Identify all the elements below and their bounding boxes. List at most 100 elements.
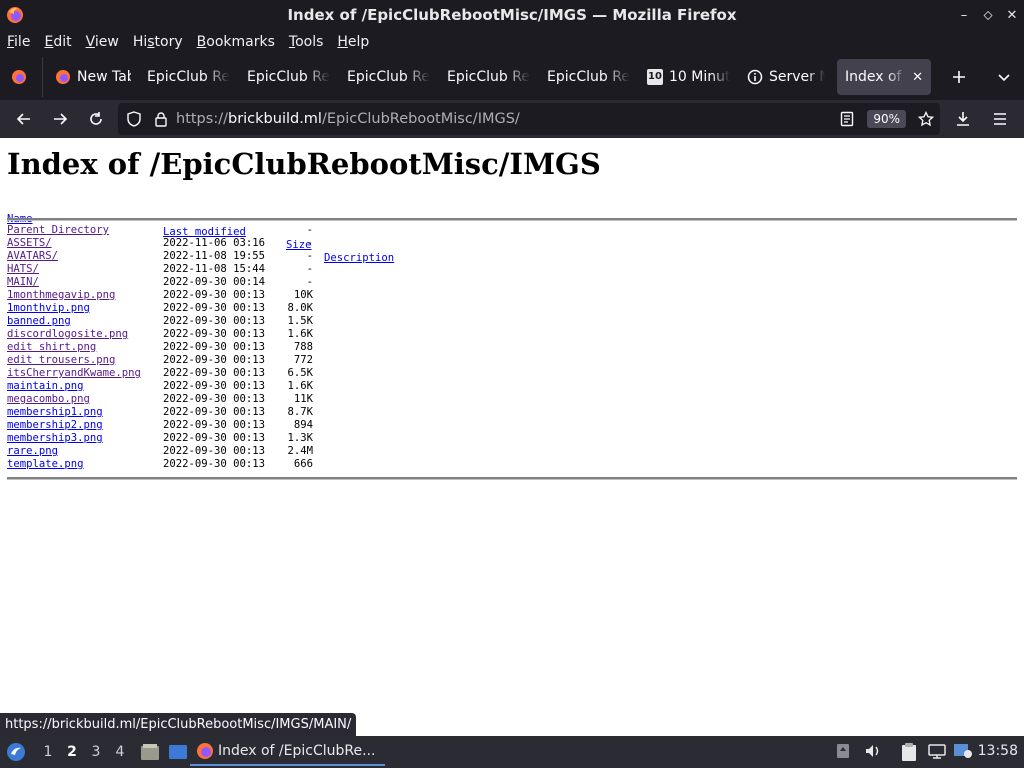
zoom-level-badge[interactable]: 90% bbox=[867, 110, 906, 128]
last-modified-cell: 2022-09-30 00:13 bbox=[163, 315, 266, 327]
menu-help[interactable]: Help bbox=[337, 34, 369, 50]
tab-epicclub-5[interactable]: EpicClub Re bbox=[539, 59, 639, 95]
menu-history[interactable]: History bbox=[133, 34, 183, 50]
file-link[interactable]: ASSETS/ bbox=[7, 237, 52, 250]
table-row: HATS/2022-11-08 15:44 - bbox=[7, 263, 367, 276]
file-manager-icon[interactable] bbox=[140, 743, 160, 761]
last-modified-cell: 2022-09-30 00:13 bbox=[163, 289, 266, 301]
close-tab-icon[interactable]: ✕ bbox=[912, 70, 923, 85]
volume-icon[interactable] bbox=[864, 742, 882, 760]
tab-new-tab[interactable]: New Tab bbox=[47, 59, 139, 95]
file-link[interactable]: HATS/ bbox=[7, 263, 39, 276]
menu-view[interactable]: View bbox=[86, 34, 119, 50]
minimize-button[interactable]: – bbox=[952, 8, 976, 23]
list-all-tabs-button[interactable] bbox=[986, 61, 1022, 93]
workspace-3[interactable]: 3 bbox=[84, 744, 108, 760]
app-menu-button[interactable] bbox=[982, 103, 1018, 135]
file-link[interactable]: AVATARS/ bbox=[7, 250, 58, 263]
bookmark-star-icon[interactable] bbox=[918, 111, 934, 127]
maximize-button[interactable]: ⬦ bbox=[976, 8, 1000, 23]
url-text[interactable]: https://brickbuild.ml/EpicClubRebootMisc… bbox=[176, 111, 520, 127]
tab-ten-minute-mail[interactable]: 10 10 Minut bbox=[639, 59, 739, 95]
file-link[interactable]: itsCherryandKwame.png bbox=[7, 367, 141, 380]
menu-file[interactable]: File bbox=[7, 34, 30, 50]
size-cell: 666 bbox=[293, 458, 313, 470]
download-icon bbox=[957, 112, 969, 126]
table-row: template.png 2022-09-30 00:13 666 bbox=[7, 458, 367, 471]
table-row: discordlogosite.png 2022-09-30 00:13 1.6K bbox=[7, 328, 367, 341]
workspace-4[interactable]: 4 bbox=[108, 744, 132, 760]
tab-server[interactable]: Server M bbox=[739, 59, 833, 95]
workspace-2[interactable]: 2 bbox=[60, 744, 84, 760]
file-link[interactable]: rare.png bbox=[7, 445, 58, 458]
file-link[interactable]: megacombo.png bbox=[7, 393, 90, 406]
menu-bookmarks[interactable]: Bookmarks bbox=[197, 34, 275, 50]
taskbar: 1 2 3 4 Index of /EpicClubRe... 13:58 bbox=[0, 736, 1024, 768]
url-bar[interactable]: https://brickbuild.ml/EpicClubRebootMisc… bbox=[118, 103, 940, 135]
start-menu-icon[interactable] bbox=[6, 742, 26, 762]
ten-minute-mail-icon: 10 bbox=[647, 69, 663, 85]
back-button[interactable] bbox=[6, 103, 42, 135]
reload-button[interactable] bbox=[78, 103, 114, 135]
close-window-button[interactable]: ✕ bbox=[1000, 8, 1024, 23]
lock-icon[interactable] bbox=[154, 111, 168, 127]
file-link[interactable]: edit trousers.png bbox=[7, 354, 115, 367]
menu-tools[interactable]: Tools bbox=[289, 34, 324, 50]
file-link[interactable]: banned.png bbox=[7, 315, 71, 328]
clipboard-icon[interactable] bbox=[900, 742, 918, 762]
parent-directory-link[interactable]: Parent Directory bbox=[7, 224, 109, 237]
file-link[interactable]: membership1.png bbox=[7, 406, 103, 419]
file-link[interactable]: maintain.png bbox=[7, 380, 84, 393]
file-link[interactable]: template.png bbox=[7, 458, 84, 471]
forward-button[interactable] bbox=[42, 103, 78, 135]
menu-edit[interactable]: Edit bbox=[44, 34, 71, 50]
firefox-view-icon bbox=[12, 70, 26, 84]
tray-updates-icon[interactable] bbox=[835, 742, 851, 760]
file-link[interactable]: MAIN/ bbox=[7, 276, 39, 289]
table-row: ASSETS/2022-11-06 03:16 - bbox=[7, 237, 367, 250]
chevron-down-icon bbox=[998, 74, 1010, 82]
table-row: banned.png 2022-09-30 00:13 1.5K bbox=[7, 315, 367, 328]
tab-epicclub-2[interactable]: EpicClub Re bbox=[239, 59, 339, 95]
window-titlebar: Index of /EpicClubRebootMisc/IMGS — Mozi… bbox=[0, 0, 1024, 30]
window-title: Index of /EpicClubRebootMisc/IMGS — Mozi… bbox=[287, 6, 737, 24]
tab-index-of-imgs[interactable]: Index of / ✕ bbox=[837, 59, 931, 95]
file-link[interactable]: 1monthmegavip.png bbox=[7, 289, 115, 302]
taskbar-firefox-window[interactable]: Index of /EpicClubRe... bbox=[190, 738, 385, 766]
footer-divider bbox=[7, 477, 1017, 480]
last-modified-cell: 2022-09-30 00:13 bbox=[163, 380, 266, 392]
file-link[interactable]: discordlogosite.png bbox=[7, 328, 128, 341]
table-row: 1monthvip.png 2022-09-30 00:13 8.0K bbox=[7, 302, 367, 315]
table-row: AVATARS/2022-11-08 19:55 - bbox=[7, 250, 367, 263]
last-modified-cell: 2022-09-30 00:14 bbox=[163, 276, 266, 288]
file-link[interactable]: 1monthvip.png bbox=[7, 302, 90, 315]
tab-epicclub-3[interactable]: EpicClub Re bbox=[339, 59, 439, 95]
size-cell: 2.4M bbox=[287, 445, 313, 457]
table-row: 1monthmegavip.png 2022-09-30 00:13 10K bbox=[7, 289, 367, 302]
size-cell: 8.7K bbox=[287, 406, 313, 418]
shield-icon[interactable] bbox=[126, 111, 142, 127]
table-row: maintain.png 2022-09-30 00:13 1.6K bbox=[7, 380, 367, 393]
table-row: itsCherryandKwame.png 2022-09-30 00:13 6.5… bbox=[7, 367, 367, 380]
reader-view-icon[interactable] bbox=[840, 111, 854, 127]
status-url-popup: https://brickbuild.ml/EpicClubRebootMisc… bbox=[0, 713, 357, 736]
desktop-icon[interactable] bbox=[168, 743, 188, 761]
user-status-icon[interactable] bbox=[953, 742, 973, 760]
menu-bar: File Edit View History Bookmarks Tools H… bbox=[0, 30, 1024, 54]
tab-epicclub-4[interactable]: EpicClub Re bbox=[439, 59, 539, 95]
downloads-button[interactable] bbox=[945, 103, 981, 135]
file-link[interactable]: edit shirt.png bbox=[7, 341, 96, 354]
firefox-view-button[interactable] bbox=[0, 59, 38, 95]
size-cell: - bbox=[306, 224, 313, 236]
file-link[interactable]: membership2.png bbox=[7, 419, 103, 432]
plus-icon bbox=[953, 71, 965, 83]
new-tab-button[interactable] bbox=[941, 61, 977, 93]
tab-epicclub-1[interactable]: EpicClub Re bbox=[139, 59, 239, 95]
file-link[interactable]: membership3.png bbox=[7, 432, 103, 445]
workspace-1[interactable]: 1 bbox=[36, 744, 60, 760]
network-icon[interactable] bbox=[927, 742, 947, 760]
navigation-toolbar: https://brickbuild.ml/EpicClubRebootMisc… bbox=[0, 100, 1024, 138]
firefox-icon bbox=[197, 743, 213, 759]
page-content: Index of /EpicClubRebootMisc/IMGS Name L… bbox=[0, 138, 1024, 736]
table-row: edit trousers.png 2022-09-30 00:13 772 bbox=[7, 354, 367, 367]
